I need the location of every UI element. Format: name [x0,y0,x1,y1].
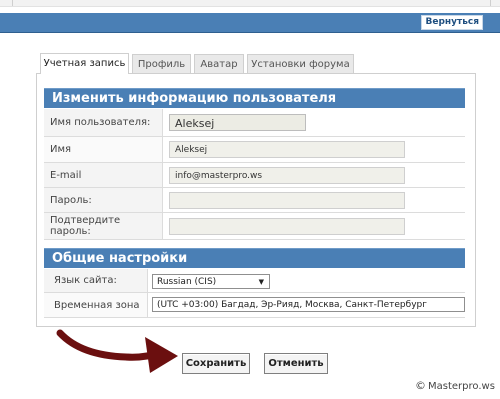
cancel-button[interactable]: Отменить [264,353,328,374]
save-button[interactable]: Сохранить [182,353,250,374]
copyright-icon: © [415,379,426,392]
tab-account[interactable]: Учетная запись [40,53,129,74]
watermark: © Masterpro.ws [415,379,495,392]
tab-account-label: Учетная запись [43,58,126,69]
watermark-text: Masterpro.ws [428,381,495,392]
